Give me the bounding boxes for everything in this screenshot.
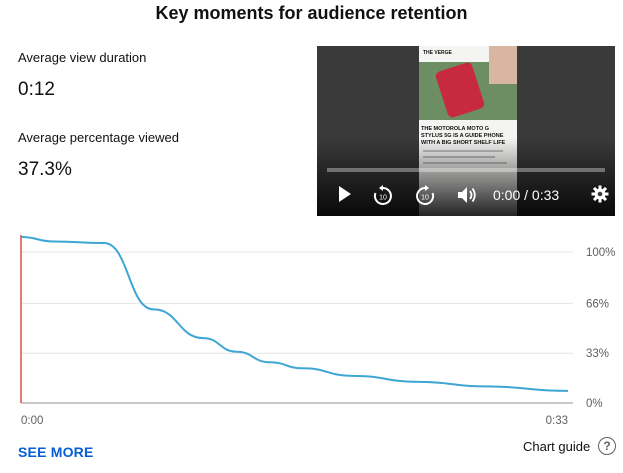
svg-text:10: 10 bbox=[379, 195, 387, 202]
svg-text:10: 10 bbox=[421, 195, 429, 202]
video-time-display: 0:00 / 0:33 bbox=[493, 187, 560, 203]
retention-chart[interactable]: 100% 66% 33% 0% 0:00 0:33 bbox=[0, 225, 623, 440]
help-icon[interactable]: ? bbox=[598, 437, 616, 455]
avg-percentage-viewed-label: Average percentage viewed bbox=[18, 130, 179, 145]
y-tick-label: 0% bbox=[586, 398, 603, 410]
avg-view-duration-value: 0:12 bbox=[18, 79, 55, 100]
page-title: Key moments for audience retention bbox=[155, 3, 468, 23]
avg-view-duration-label: Average view duration bbox=[18, 50, 147, 65]
retention-chart-svg: 100% 66% 33% 0% 0:00 0:33 bbox=[20, 235, 615, 427]
forward-10-icon: 10 bbox=[416, 185, 435, 205]
x-tick-label: 0:00 bbox=[21, 415, 43, 427]
forward-10-button[interactable]: 10 bbox=[414, 185, 436, 207]
play-button[interactable] bbox=[337, 185, 353, 203]
retention-line bbox=[20, 236, 569, 392]
avg-percentage-viewed-value: 37.3% bbox=[18, 159, 72, 180]
settings-gear-icon bbox=[591, 185, 609, 203]
volume-icon bbox=[458, 187, 476, 203]
rewind-10-button[interactable]: 10 bbox=[372, 185, 394, 207]
video-progress-bar[interactable] bbox=[327, 168, 605, 172]
volume-button[interactable] bbox=[456, 185, 478, 205]
y-tick-label: 66% bbox=[586, 298, 609, 310]
rewind-10-icon: 10 bbox=[373, 185, 392, 205]
y-tick-label: 100% bbox=[586, 247, 615, 259]
x-tick-label: 0:33 bbox=[546, 415, 568, 427]
play-icon bbox=[339, 186, 351, 202]
person-image bbox=[489, 46, 517, 84]
see-more-link[interactable]: SEE MORE bbox=[18, 444, 94, 460]
chart-guide-link[interactable]: Chart guide bbox=[523, 439, 590, 454]
settings-button[interactable] bbox=[591, 185, 609, 203]
y-tick-label: 33% bbox=[586, 348, 609, 360]
thumbnail-brand: THE VERGE bbox=[423, 50, 452, 56]
video-player[interactable]: THE VERGE THE MOTOROLA MOTO G STYLUS 5G … bbox=[317, 46, 615, 216]
